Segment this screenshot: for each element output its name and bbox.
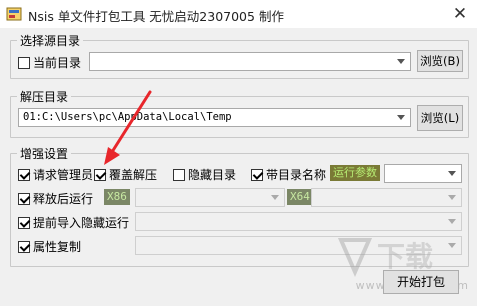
run-params-combo[interactable] [384,164,462,183]
x64-program-combo[interactable] [311,188,462,207]
chevron-down-icon [448,243,456,248]
chevron-down-icon [271,195,279,200]
run-after-extract-label: 释放后运行 [33,192,94,206]
dir-name-label: 带目录名称 [266,168,327,182]
source-dir-combo[interactable] [89,52,411,71]
current-dir-checkbox-box[interactable] [18,56,30,69]
hidden-dir-checkbox-box[interactable] [173,168,185,181]
request-admin-checkbox-box[interactable] [18,168,30,181]
hidden-dir-checkbox[interactable]: 隐藏目录 [173,166,236,183]
extract-dir-value: 01:C:\Users\pc\AppData\Local\Temp [23,111,232,123]
enhance-settings-group-label: 增强设置 [17,145,72,162]
run-after-extract-checkbox-box[interactable] [18,192,30,205]
attr-copy-combo[interactable] [135,236,462,255]
chevron-down-icon [397,59,405,64]
dir-name-checkbox-box[interactable] [251,168,263,181]
chevron-down-icon [448,219,456,224]
x86-program-combo[interactable] [135,188,285,207]
overwrite-extract-label: 覆盖解压 [109,168,158,182]
browse-extract-button[interactable]: 浏览(L) [417,105,463,131]
source-dir-group-label: 选择源目录 [17,32,84,49]
pre-import-hidden-checkbox[interactable]: 提前导入隐藏运行 [18,214,129,231]
x64-tag: X64 [287,189,313,205]
extract-dir-group-label: 解压目录 [17,88,72,105]
close-button[interactable]: ✕ [449,3,471,25]
run-params-tag: 运行参数 [330,165,380,181]
pre-import-hidden-checkbox-box[interactable] [18,216,30,229]
run-after-extract-checkbox[interactable]: 释放后运行 [18,190,93,207]
current-dir-checkbox-label: 当前目录 [33,56,82,70]
overwrite-extract-checkbox[interactable]: 覆盖解压 [94,166,157,183]
start-pack-button[interactable]: 开始打包 [383,270,459,294]
chevron-down-icon [397,115,405,120]
pre-import-combo[interactable] [135,212,462,231]
extract-dir-combo[interactable]: 01:C:\Users\pc\AppData\Local\Temp [18,108,411,127]
title-bar: Nsis 单文件打包工具 无忧启动2307005 制作 ✕ [0,0,477,28]
chevron-down-icon [448,171,456,176]
window-title: Nsis 单文件打包工具 无忧启动2307005 制作 [28,9,284,24]
chevron-down-icon [448,195,456,200]
attr-copy-checkbox-box[interactable] [18,240,30,253]
request-admin-checkbox[interactable]: 请求管理员 [18,166,93,183]
current-dir-checkbox[interactable]: 当前目录 [18,54,81,71]
hidden-dir-label: 隐藏目录 [188,168,237,182]
overwrite-extract-checkbox-box[interactable] [94,168,106,181]
attr-copy-label: 属性复制 [33,240,82,254]
attr-copy-checkbox[interactable]: 属性复制 [18,238,81,255]
nsis-app-icon [6,7,22,21]
dir-name-checkbox[interactable]: 带目录名称 [251,166,326,183]
x86-tag: X86 [104,189,130,205]
browse-source-button[interactable]: 浏览(B) [417,50,463,72]
close-icon: ✕ [452,4,468,24]
request-admin-label: 请求管理员 [33,168,94,182]
pre-import-hidden-label: 提前导入隐藏运行 [33,216,130,230]
